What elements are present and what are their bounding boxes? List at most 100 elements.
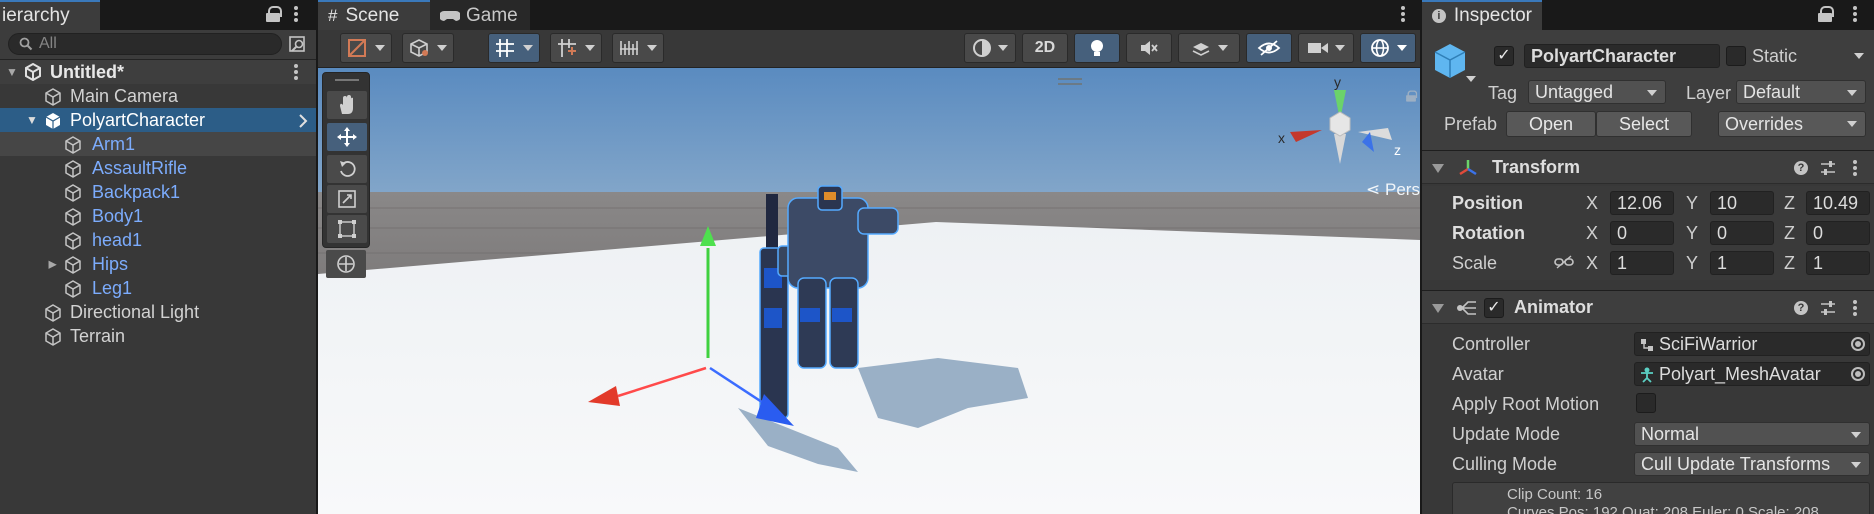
- expand-arrow-icon[interactable]: ▶: [48, 253, 56, 275]
- component-more-icon[interactable]: [1852, 158, 1858, 178]
- grid-snap-button[interactable]: [488, 33, 540, 63]
- tab-scene[interactable]: # Scene: [318, 0, 430, 30]
- splitter-left[interactable]: [316, 0, 318, 514]
- splitter-right[interactable]: [1420, 0, 1422, 514]
- hierarchy-item-main-camera[interactable]: Main Camera: [0, 84, 316, 108]
- axis-z-label: Z: [1784, 193, 1795, 213]
- help-icon[interactable]: ?: [1794, 301, 1808, 315]
- expand-arrow-icon[interactable]: ▼: [6, 60, 18, 84]
- chevron-down-icon: [1847, 121, 1857, 127]
- transform-tool-button[interactable]: [326, 250, 366, 278]
- scale-tool-button[interactable]: [327, 185, 367, 213]
- projection-toggle[interactable]: ⋖ Persp: [1366, 180, 1420, 200]
- hierarchy-item-hips[interactable]: ▶ Hips: [0, 252, 316, 276]
- mute-icon: [1141, 41, 1158, 55]
- rotation-y-field[interactable]: 0: [1710, 221, 1774, 245]
- overrides-dropdown[interactable]: Overrides: [1718, 111, 1866, 137]
- layer-dropdown[interactable]: Default: [1736, 80, 1866, 104]
- position-y-field[interactable]: 10: [1710, 191, 1774, 215]
- rotation-x-field[interactable]: 0: [1610, 221, 1674, 245]
- static-dropdown-icon[interactable]: [1854, 53, 1864, 59]
- more-menu-icon[interactable]: [1852, 4, 1858, 24]
- gizmos-button[interactable]: [1360, 33, 1416, 63]
- component-more-icon[interactable]: [1852, 298, 1858, 318]
- move-tool-button[interactable]: [327, 123, 367, 151]
- rotate-tool-button[interactable]: [327, 155, 367, 183]
- scale-y-field[interactable]: 1: [1710, 251, 1774, 275]
- prefab-cube-icon[interactable]: [1432, 42, 1468, 82]
- hand-tool-button[interactable]: [327, 91, 367, 119]
- 2d-mode-button[interactable]: 2D: [1022, 33, 1068, 63]
- camera-settings-button[interactable]: [1298, 33, 1354, 63]
- prefab-select-button[interactable]: Select: [1596, 111, 1692, 137]
- avatar-field[interactable]: Polyart_MeshAvatar: [1634, 362, 1870, 386]
- tab-game[interactable]: Game: [430, 0, 530, 30]
- gizmo-globe-icon: [1371, 39, 1389, 57]
- object-name-field[interactable]: PolyartCharacter: [1524, 44, 1720, 68]
- chevron-right-icon[interactable]: [298, 114, 308, 128]
- scene-more-icon[interactable]: [293, 62, 299, 82]
- search-by-type-icon[interactable]: [288, 35, 308, 55]
- scene-render[interactable]: [318, 68, 1420, 514]
- rect-tool-button[interactable]: [327, 215, 367, 243]
- hierarchy-item-polyartcharacter[interactable]: ▼ PolyartCharacter: [0, 108, 316, 132]
- collapse-arrow-icon[interactable]: ▼: [26, 108, 38, 132]
- tab-hierarchy[interactable]: ierarchy: [0, 0, 100, 30]
- lighting-toggle-button[interactable]: [1074, 33, 1120, 63]
- presets-sliders-icon[interactable]: [1820, 160, 1836, 176]
- fold-arrow-icon[interactable]: [1432, 304, 1444, 313]
- hierarchy-item-body1[interactable]: Body1: [0, 204, 316, 228]
- lock-icon[interactable]: [1818, 6, 1834, 22]
- fold-arrow-icon[interactable]: [1432, 164, 1444, 173]
- more-menu-icon[interactable]: [293, 4, 299, 24]
- hierarchy-item-backpack1[interactable]: Backpack1: [0, 180, 316, 204]
- gizmo-lock-icon[interactable]: [1406, 90, 1418, 102]
- audio-toggle-button[interactable]: [1126, 33, 1172, 63]
- scale-z-field[interactable]: 1: [1806, 251, 1870, 275]
- scale-x-field[interactable]: 1: [1610, 251, 1674, 275]
- scene-viewport[interactable]: y x z ⋖ Persp: [318, 68, 1420, 514]
- hierarchy-item-directional-light[interactable]: Directional Light: [0, 300, 316, 324]
- overlay-grip[interactable]: [335, 79, 359, 81]
- object-picker-icon[interactable]: [1851, 337, 1865, 351]
- controller-field[interactable]: SciFiWarrior: [1634, 332, 1870, 356]
- prefab-open-button[interactable]: Open: [1506, 111, 1596, 137]
- hierarchy-search-input[interactable]: All: [8, 33, 282, 55]
- position-z-field[interactable]: 10.49: [1806, 191, 1870, 215]
- apply-root-motion-checkbox[interactable]: [1636, 393, 1656, 413]
- object-picker-icon[interactable]: [1851, 367, 1865, 381]
- scene-root-row[interactable]: ▼ Untitled*: [0, 60, 316, 84]
- transform-header[interactable]: Transform ?: [1422, 150, 1874, 184]
- controller-label: Controller: [1452, 334, 1531, 354]
- effects-button[interactable]: [1178, 33, 1240, 63]
- active-checkbox[interactable]: ✓: [1494, 46, 1514, 66]
- hierarchy-item-terrain[interactable]: Terrain: [0, 324, 316, 348]
- help-icon[interactable]: ?: [1794, 161, 1808, 175]
- hierarchy-item-head1[interactable]: head1: [0, 228, 316, 252]
- position-x-field[interactable]: 12.06: [1610, 191, 1674, 215]
- tag-dropdown[interactable]: Untagged: [1528, 80, 1666, 104]
- culling-mode-dropdown[interactable]: Cull Update Transforms: [1634, 452, 1870, 476]
- animator-header[interactable]: ✓ Animator ?: [1422, 290, 1874, 324]
- ruler-snap-button[interactable]: [612, 33, 664, 63]
- draw-mode-sphere-button[interactable]: [964, 33, 1016, 63]
- increment-snap-button[interactable]: [550, 33, 602, 63]
- render-mode-button[interactable]: [402, 33, 454, 63]
- presets-sliders-icon[interactable]: [1820, 300, 1836, 316]
- static-checkbox[interactable]: [1726, 46, 1746, 66]
- lock-icon[interactable]: [266, 6, 282, 22]
- scene-more-icon[interactable]: [1400, 4, 1406, 24]
- orientation-gizmo[interactable]: y x z ⋖ Persp: [1278, 72, 1420, 199]
- rotation-z-field[interactable]: 0: [1806, 221, 1870, 245]
- hierarchy-item-leg1[interactable]: Leg1: [0, 276, 316, 300]
- scene-visibility-button[interactable]: [1246, 33, 1292, 63]
- icon-dropdown-icon[interactable]: [1466, 76, 1476, 82]
- hierarchy-item-arm1[interactable]: Arm1: [0, 132, 316, 156]
- hierarchy-item-assaultrifle[interactable]: AssaultRifle: [0, 156, 316, 180]
- animator-enabled-checkbox[interactable]: ✓: [1484, 298, 1504, 318]
- update-mode-dropdown[interactable]: Normal: [1634, 422, 1870, 446]
- tab-inspector[interactable]: i Inspector: [1422, 0, 1542, 30]
- draw-mode-button[interactable]: [340, 33, 392, 63]
- constrain-proportions-icon[interactable]: [1554, 254, 1574, 270]
- camera-icon: [1308, 43, 1328, 53]
